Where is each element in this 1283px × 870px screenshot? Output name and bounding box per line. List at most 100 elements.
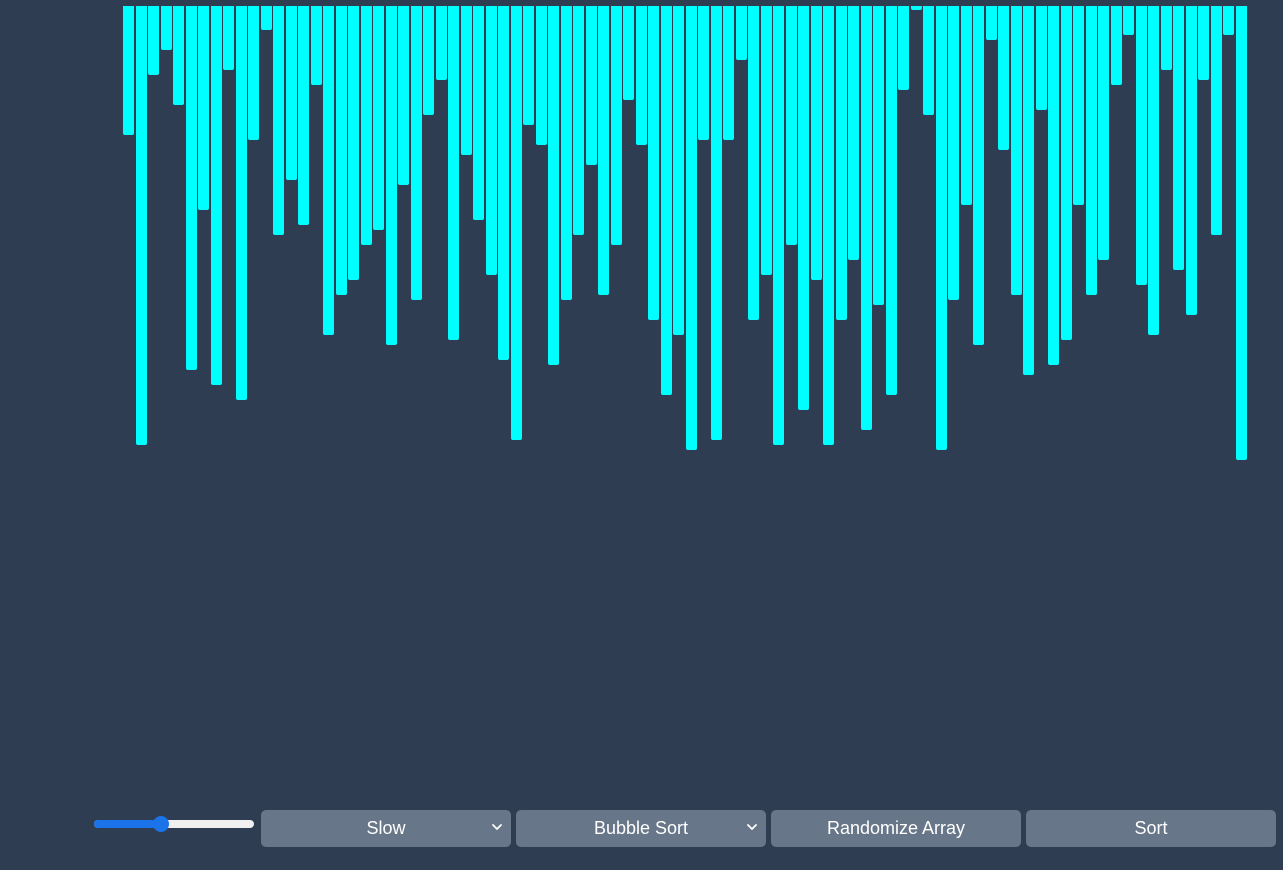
array-bar [1035, 6, 1047, 110]
array-bar [523, 6, 534, 125]
array-bar [748, 6, 759, 320]
array-bar [260, 6, 272, 30]
array-bar [123, 6, 134, 135]
array-bar [673, 6, 684, 335]
array-bar [248, 6, 259, 140]
chevron-down-icon [747, 824, 757, 830]
array-bar [498, 6, 509, 360]
array-bar [373, 6, 384, 230]
randomize-array-label: Randomize Array [826, 818, 966, 838]
sort-label: Sort [1134, 818, 1168, 838]
array-bar [1110, 6, 1122, 85]
sort-button[interactable]: Sort [1026, 810, 1276, 847]
array-bar [360, 6, 372, 245]
array-bar [860, 6, 872, 430]
array-bar [348, 6, 359, 280]
array-bar [698, 6, 709, 140]
array-bar [323, 6, 334, 335]
array-bar [473, 6, 484, 220]
array-bar [835, 6, 847, 320]
array-bar [548, 6, 559, 365]
array-bar [585, 6, 597, 165]
algorithm-select[interactable]: Bubble Sort [516, 810, 766, 847]
array-bar [1048, 6, 1059, 365]
array-bar [335, 6, 347, 295]
array-bar [1073, 6, 1084, 205]
array-bar [1198, 6, 1209, 80]
array-bar [1060, 6, 1072, 340]
array-bar [460, 6, 472, 155]
array-bar [923, 6, 934, 115]
array-bar [273, 6, 284, 235]
array-bar [135, 6, 147, 445]
array-bar [898, 6, 909, 90]
array-bar [998, 6, 1009, 150]
array-bar [723, 6, 734, 140]
array-bar [1160, 6, 1172, 70]
speed-slider[interactable] [94, 816, 256, 834]
array-bar [1023, 6, 1034, 375]
array-bar [635, 6, 647, 145]
array-bar [1010, 6, 1022, 295]
speed-slider-track[interactable] [94, 816, 254, 832]
array-bar [1223, 6, 1234, 35]
array-bar [623, 6, 634, 100]
array-bar [485, 6, 497, 275]
array-bar [610, 6, 622, 245]
array-bar [448, 6, 459, 340]
array-bar [160, 6, 172, 50]
array-bar [660, 6, 672, 395]
array-bar [510, 6, 522, 440]
array-bar [410, 6, 422, 300]
array-bar [1185, 6, 1197, 315]
array-bar [1210, 6, 1222, 235]
array-bar [735, 6, 747, 60]
array-bar [773, 6, 784, 445]
array-bar [785, 6, 797, 245]
array-bar [935, 6, 947, 450]
array-bar [185, 6, 197, 370]
array-bar [710, 6, 722, 440]
array-bar [223, 6, 234, 70]
array-bar [573, 6, 584, 235]
array-bar [823, 6, 834, 445]
array-bar [598, 6, 609, 295]
array-bar [535, 6, 547, 145]
array-bar [810, 6, 822, 280]
array-bar [1098, 6, 1109, 260]
array-bar [910, 6, 922, 10]
array-bar [148, 6, 159, 75]
array-bar [235, 6, 247, 400]
array-bar [885, 6, 897, 395]
array-bars-container [0, 0, 1283, 800]
array-bar [760, 6, 772, 275]
chevron-down-icon [492, 824, 502, 830]
randomize-array-button[interactable]: Randomize Array [771, 810, 1021, 847]
array-bar [1235, 6, 1247, 460]
speed-slider-fill [94, 820, 161, 828]
array-bar [385, 6, 397, 345]
array-bar [1123, 6, 1134, 35]
array-bar [423, 6, 434, 115]
array-bar [173, 6, 184, 105]
array-bar [973, 6, 984, 345]
speed-select[interactable]: Slow [261, 810, 511, 847]
array-bar [285, 6, 297, 180]
array-bar [298, 6, 309, 225]
algorithm-select-value: Bubble Sort [593, 818, 689, 838]
array-bar [873, 6, 884, 305]
array-bar [648, 6, 659, 320]
array-bar [435, 6, 447, 80]
array-bar [560, 6, 572, 300]
array-bar [985, 6, 997, 40]
array-bar [798, 6, 809, 410]
array-bar [1085, 6, 1097, 295]
array-bar [848, 6, 859, 260]
array-bar [210, 6, 222, 385]
speed-slider-thumb[interactable] [153, 816, 169, 832]
array-bar [1148, 6, 1159, 335]
array-bar [310, 6, 322, 85]
array-bar [685, 6, 697, 450]
array-bar [398, 6, 409, 185]
control-bar: Slow Bubble Sort Randomize Array Sort [0, 809, 1283, 849]
